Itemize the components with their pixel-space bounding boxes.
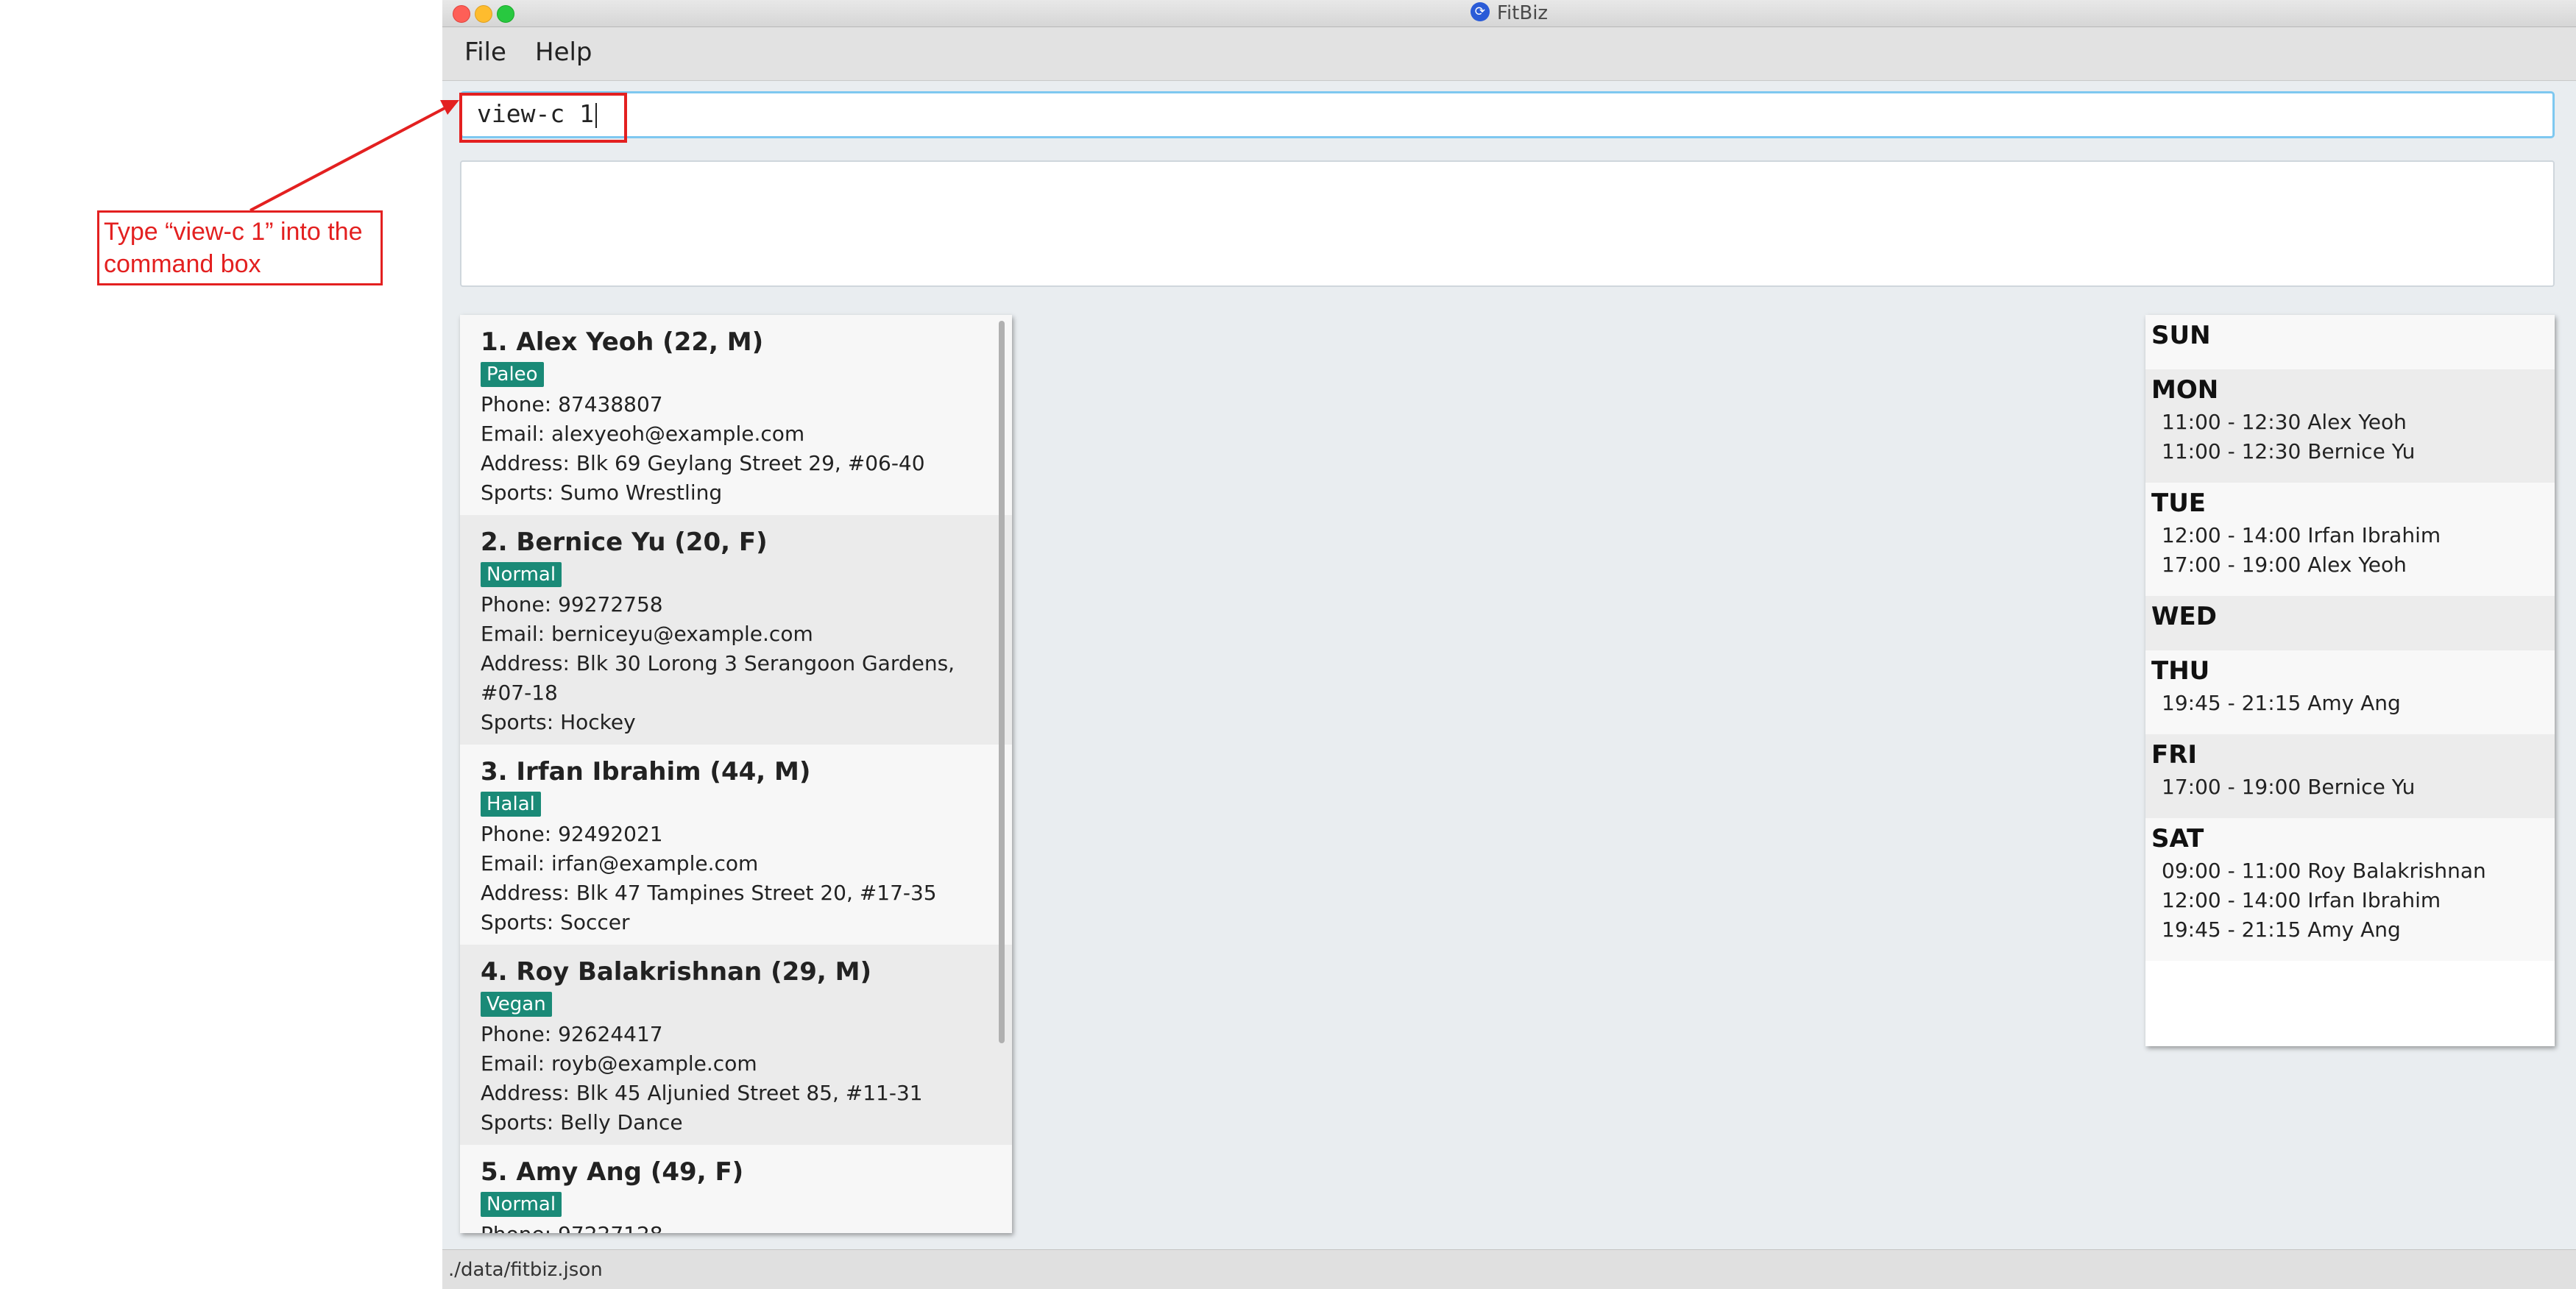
annotation-callout: Type “view-c 1” into the command box	[97, 210, 383, 285]
annotation-text: Type “view-c 1” into the command box	[104, 218, 363, 278]
annotation-arrow	[250, 100, 459, 212]
arrow-line	[250, 106, 447, 212]
